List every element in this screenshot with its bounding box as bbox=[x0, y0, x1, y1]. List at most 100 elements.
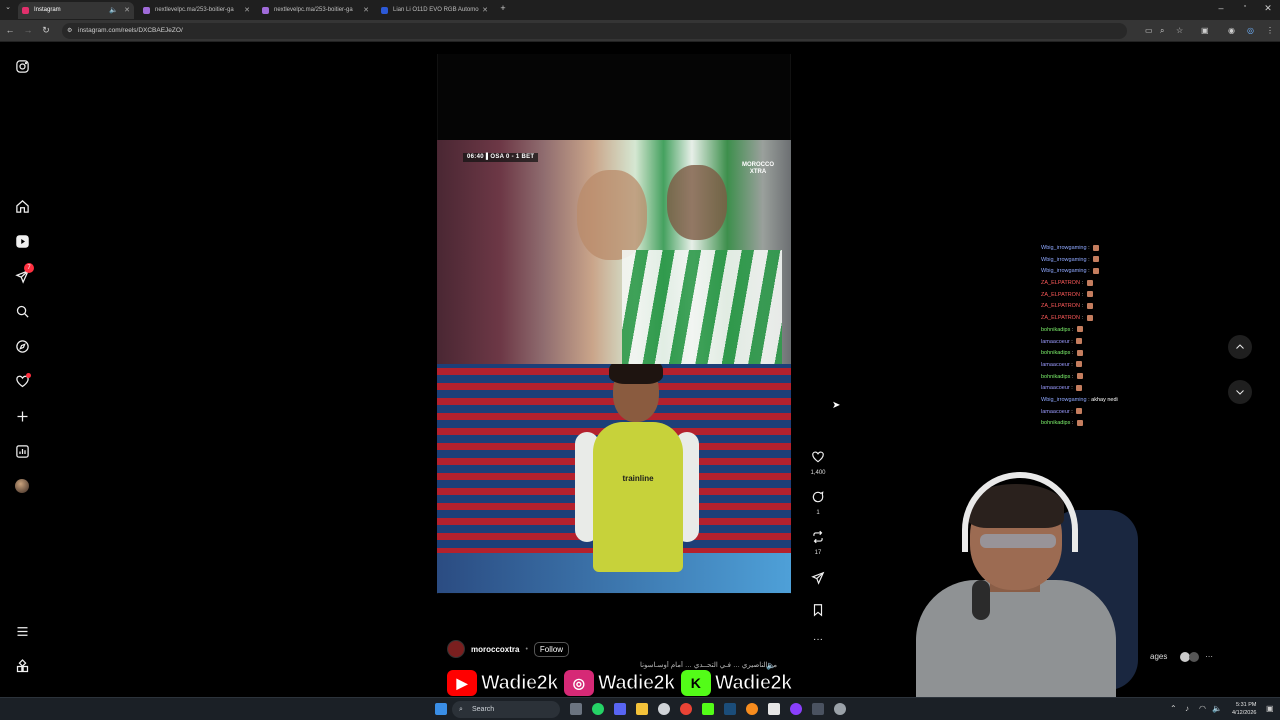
tab-lianli[interactable]: Lian Li O11D EVO RGB Automo ✕ bbox=[377, 2, 492, 19]
settings-icon[interactable] bbox=[834, 703, 846, 715]
bookmark-star-icon[interactable]: ☆ bbox=[1176, 26, 1183, 35]
chrome-icon[interactable] bbox=[680, 703, 692, 715]
profile-avatar[interactable] bbox=[12, 476, 32, 496]
site-info-icon[interactable]: ⚙ bbox=[67, 23, 72, 39]
chat-message: Wbig_irrowgaming : bbox=[1041, 243, 1181, 255]
messages-badge: 7 bbox=[24, 263, 34, 273]
notifications-center-icon[interactable]: ▣ bbox=[1266, 704, 1274, 713]
chat-message: bohnikadips : bbox=[1041, 372, 1181, 384]
chat-message: bohnikadips : bbox=[1041, 418, 1181, 430]
search-icon[interactable] bbox=[12, 301, 32, 321]
messages-icon[interactable]: 7 bbox=[12, 263, 34, 286]
volume-icon[interactable]: 🔈 bbox=[1212, 704, 1222, 713]
kick-app-icon[interactable] bbox=[702, 703, 714, 715]
next-reel-button[interactable] bbox=[1228, 380, 1252, 404]
tab-nextlevel-2[interactable]: nextlevelpc.ma/253-boitier-ga ✕ bbox=[258, 2, 373, 19]
chat-username: bohnikadips bbox=[1041, 326, 1071, 333]
chat-username: Wbig_irrowgaming bbox=[1041, 256, 1087, 263]
tab-instagram[interactable]: Instagram 🔈 ✕ bbox=[18, 2, 134, 19]
chat-username: lamaacoeur bbox=[1041, 338, 1070, 345]
reel-video-top-clip[interactable]: 06:40 ▌OSA 0 - 1 BET MOROCCO XTRA bbox=[437, 140, 791, 364]
instagram-logo-icon[interactable] bbox=[12, 56, 32, 76]
previous-reel-button[interactable] bbox=[1228, 335, 1252, 359]
clock-time: 5:31 PM bbox=[1235, 702, 1257, 708]
url-field[interactable]: ⚙ instagram.com/reels/DXCBAEJeZO/ bbox=[62, 23, 1127, 39]
close-tab-icon[interactable]: ✕ bbox=[363, 2, 369, 19]
explore-icon[interactable] bbox=[12, 336, 32, 356]
url-text: instagram.com/reels/DXCBAEJeZO/ bbox=[78, 27, 183, 34]
repost-button[interactable]: 17 bbox=[808, 530, 828, 556]
forward-icon[interactable]: → bbox=[22, 25, 34, 35]
app-icon[interactable] bbox=[768, 703, 780, 715]
youtube-icon: ▶ bbox=[447, 670, 477, 696]
dashboard-icon[interactable] bbox=[12, 441, 32, 461]
maximize-button[interactable]: ▫ bbox=[1239, 3, 1251, 10]
chat-username: Wbig_irrowgaming bbox=[1041, 268, 1087, 275]
social-handle: Wadie2k bbox=[481, 671, 559, 694]
chat-message: Wbig_irrowgaming : bbox=[1041, 266, 1181, 278]
comment-button[interactable]: 1 bbox=[808, 490, 828, 516]
nextlevel-favicon-icon bbox=[262, 7, 269, 14]
like-button[interactable]: 1,400 bbox=[808, 450, 828, 476]
more-options-icon[interactable]: ··· bbox=[808, 634, 828, 645]
sync-icon[interactable]: ◎ bbox=[1247, 26, 1254, 35]
author-name[interactable]: moroccoxtra bbox=[471, 645, 519, 654]
discord-icon[interactable] bbox=[614, 703, 626, 715]
zoom-icon[interactable]: ⌕ bbox=[1160, 26, 1164, 36]
minimize-button[interactable]: – bbox=[1215, 3, 1227, 13]
browser-menu-icon[interactable]: ⋮ bbox=[1266, 26, 1274, 35]
taskbar-search[interactable]: ⌕ Search bbox=[452, 701, 560, 718]
tray-chevron-icon[interactable]: ⌃ bbox=[1170, 704, 1177, 713]
close-tab-icon[interactable]: ✕ bbox=[124, 2, 130, 19]
whatsapp-icon[interactable] bbox=[592, 703, 604, 715]
instagram-favicon-icon bbox=[22, 7, 29, 14]
chat-message: lamaacoeur : bbox=[1041, 337, 1181, 349]
training-bib bbox=[593, 422, 683, 572]
back-icon[interactable]: ← bbox=[4, 25, 16, 35]
app-icon[interactable] bbox=[790, 703, 802, 715]
share-icon bbox=[811, 571, 825, 585]
close-tab-icon[interactable]: ✕ bbox=[244, 2, 250, 19]
tab-nextlevel-1[interactable]: nextlevelpc.ma/253-boitier-ga ✕ bbox=[139, 2, 254, 19]
reels-icon[interactable] bbox=[12, 231, 32, 251]
reload-icon[interactable]: ↻ bbox=[40, 25, 52, 36]
heart-icon bbox=[812, 451, 824, 463]
mic-icon[interactable]: ♪ bbox=[1185, 704, 1189, 713]
share-button[interactable] bbox=[808, 571, 828, 590]
follow-button[interactable]: Follow bbox=[533, 641, 570, 657]
close-tab-icon[interactable]: ✕ bbox=[482, 2, 488, 19]
kick-icon: K bbox=[680, 670, 711, 696]
taskbar-clock[interactable]: 5:31 PM 4/12/2026 bbox=[1232, 701, 1256, 717]
file-explorer-icon[interactable] bbox=[636, 703, 648, 715]
tab-search-icon[interactable]: ⌄ bbox=[2, 3, 14, 11]
save-button[interactable] bbox=[808, 603, 828, 622]
chat-message: ZA_ELPATRON : bbox=[1041, 290, 1181, 302]
window-close-button[interactable]: ✕ bbox=[1262, 3, 1274, 14]
chat-message: lamaacoeur : bbox=[1041, 383, 1181, 395]
messages-pill[interactable]: ages ··· bbox=[1150, 652, 1213, 662]
new-tab-button[interactable]: + bbox=[497, 3, 509, 13]
author-avatar[interactable] bbox=[447, 640, 465, 658]
tab-audio-icon[interactable]: 🔈 bbox=[109, 2, 118, 19]
tab-label: nextlevelpc.ma/253-boitier-ga bbox=[155, 7, 234, 13]
create-icon[interactable] bbox=[12, 406, 32, 426]
task-view-icon[interactable] bbox=[570, 703, 582, 715]
steam-icon[interactable] bbox=[724, 703, 736, 715]
profile-icon[interactable]: ◉ bbox=[1228, 26, 1235, 35]
reel-video-bottom-clip[interactable]: trainline bbox=[437, 364, 791, 593]
chat-message: ZA_ELPATRON : bbox=[1041, 313, 1181, 325]
app-icon[interactable] bbox=[746, 703, 758, 715]
windows-start-icon[interactable] bbox=[435, 703, 447, 715]
network-icon[interactable]: ◠ bbox=[1199, 704, 1206, 713]
extensions-icon[interactable]: ▣ bbox=[1201, 26, 1209, 35]
chat-separator: : bbox=[1069, 361, 1075, 368]
chat-separator: : bbox=[1079, 303, 1085, 310]
also-from-meta-icon[interactable] bbox=[12, 656, 32, 676]
notifications-icon[interactable] bbox=[12, 371, 32, 391]
player-figure bbox=[667, 165, 727, 240]
cast-icon[interactable]: ▭ bbox=[1145, 26, 1153, 35]
home-icon[interactable] bbox=[12, 196, 32, 216]
more-menu-icon[interactable] bbox=[12, 621, 32, 641]
app-icon[interactable] bbox=[812, 703, 824, 715]
obs-icon[interactable] bbox=[658, 703, 670, 715]
